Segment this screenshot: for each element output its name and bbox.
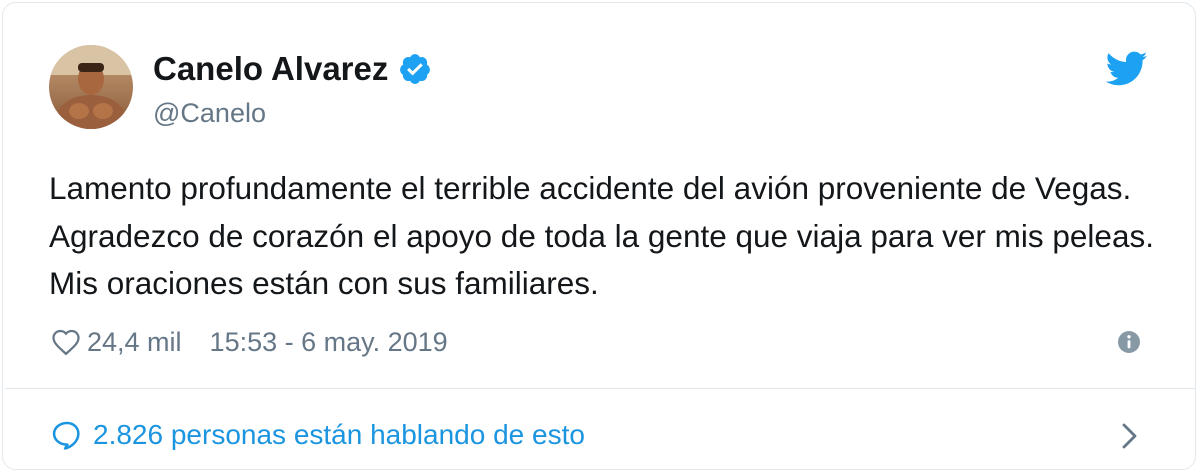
avatar[interactable] bbox=[49, 45, 133, 129]
like-button[interactable]: 24,4 mil bbox=[51, 327, 182, 358]
tweet-meta: 24,4 mil 15:53 - 6 may. 2019 bbox=[51, 321, 448, 363]
verified-badge-icon bbox=[398, 52, 432, 86]
conversation-link[interactable]: 2.826 personas están hablando de esto bbox=[51, 413, 585, 457]
like-count[interactable]: 24,4 mil bbox=[87, 327, 182, 358]
heart-outline-icon[interactable] bbox=[51, 328, 81, 356]
tweet-timestamp[interactable]: 15:53 - 6 may. 2019 bbox=[210, 327, 448, 358]
conversation-count[interactable]: 2.826 personas están hablando de esto bbox=[93, 419, 585, 451]
tweet-card: Canelo Alvarez @Canelo Lamento profundam… bbox=[2, 2, 1196, 470]
speech-bubble-icon[interactable] bbox=[51, 420, 83, 450]
info-icon[interactable] bbox=[1117, 330, 1141, 354]
twitter-bird-icon[interactable] bbox=[1105, 51, 1148, 87]
author-display-name[interactable]: Canelo Alvarez bbox=[153, 50, 388, 88]
tweet-text: Lamento profundamente el terrible accide… bbox=[49, 170, 1154, 301]
chevron-right-icon[interactable] bbox=[1119, 421, 1141, 451]
author-handle[interactable]: @Canelo bbox=[153, 98, 266, 129]
author-name-row[interactable]: Canelo Alvarez bbox=[153, 50, 432, 88]
divider bbox=[5, 388, 1195, 389]
